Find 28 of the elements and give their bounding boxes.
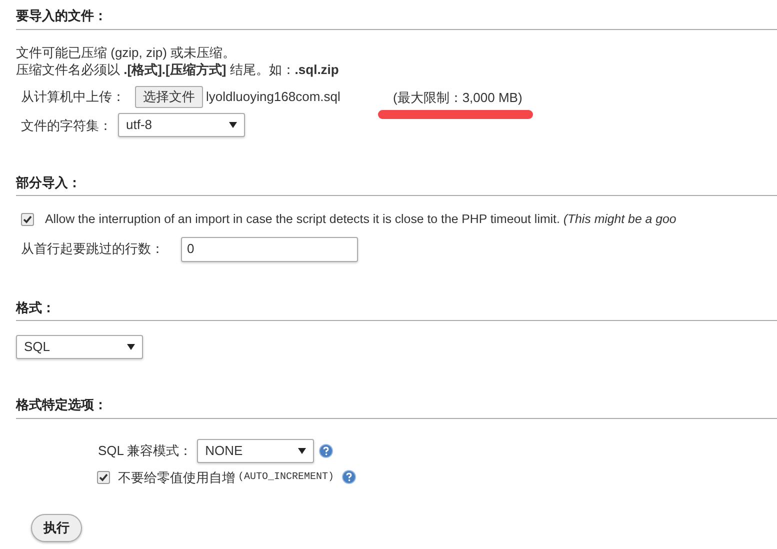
upload-label: 从计算机中上传： <box>21 88 126 106</box>
section-heading: 格式： <box>16 300 55 315</box>
dropdown[interactable]: SQL <box>16 335 143 360</box>
caret-icon <box>127 344 135 350</box>
note-text: 压缩文件名必须以 .[格式].[压缩方式] 结尾。如：.sql.zip <box>16 60 340 78</box>
section-heading: 格式特定选项： <box>16 397 107 412</box>
note-text: 文件可能已压缩 (gzip, zip) 或未压缩。 <box>16 44 237 60</box>
checkbox[interactable] <box>97 470 110 484</box>
choose-file-button[interactable]: 选择文件 <box>135 86 203 108</box>
dropdown[interactable]: NONE <box>197 438 314 463</box>
charset-label: 文件的字符集： <box>21 116 113 134</box>
dropdown[interactable]: utf-8 <box>118 112 245 136</box>
section-heading: 部分导入： <box>16 174 81 190</box>
compat-label: SQL 兼容模式： <box>98 442 192 460</box>
code-text: (AUTO_INCREMENT) <box>238 470 334 485</box>
help-icon[interactable] <box>319 444 334 458</box>
file-name: lyoldluoying168com.sql <box>206 88 342 106</box>
section-heading: 要导入的文件： <box>16 8 107 23</box>
skip-rows-field[interactable]: 0 <box>181 236 358 262</box>
caret-icon <box>229 122 237 128</box>
caret-icon <box>298 448 306 454</box>
help-icon[interactable] <box>342 470 356 484</box>
max-size-text: (最大限制：3,000 MB) <box>393 88 522 107</box>
interrupt-label: Allow the interruption of an import in case the script detects it is close to the PHP timeout limit. (This might be a goo <box>45 211 676 228</box>
checkbox[interactable] <box>21 212 34 226</box>
no-auto-value-label: 不要给零值使用自增 <box>118 468 235 487</box>
skip-label: 从首行起要跳过的行数： <box>21 240 165 258</box>
go-button[interactable]: 执行 <box>31 514 82 542</box>
